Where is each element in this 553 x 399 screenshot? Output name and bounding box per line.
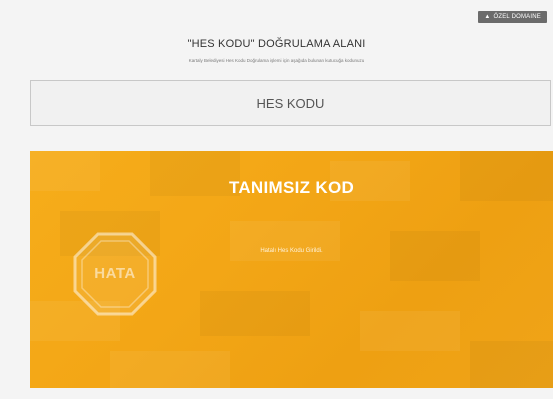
error-badge-label: HATA — [94, 265, 136, 282]
result-title: TANIMSIZ KOD — [228, 178, 355, 197]
page-title: "HES KODU" DOĞRULAMA ALANI — [187, 38, 366, 50]
page: ▲ ÖZEL DOMAINE "HES KODU" DOĞRULAMA ALANI… — [0, 0, 553, 399]
top-right-button[interactable]: ▲ ÖZEL DOMAINE — [478, 11, 547, 23]
bg-tile — [360, 311, 460, 351]
octagon-error-icon: HATA — [72, 231, 158, 317]
hes-code-input[interactable] — [30, 80, 551, 126]
bg-tile — [200, 291, 310, 336]
bg-tile — [110, 351, 230, 388]
user-icon: ▲ — [484, 14, 491, 20]
result-message: Hatalı Hes Kodu Girildi. — [260, 248, 323, 254]
top-right-button-label: ÖZEL DOMAINE — [493, 14, 541, 20]
bg-tile — [230, 221, 340, 261]
page-subtitle: Kartaly Belediyesi Hes Kodu Doğrulama iş… — [188, 58, 365, 63]
bg-tile — [390, 231, 480, 281]
result-panel: TANIMSIZ KOD HATA Hatalı Hes Kodu Girild… — [30, 151, 553, 388]
bg-tile — [470, 341, 553, 388]
